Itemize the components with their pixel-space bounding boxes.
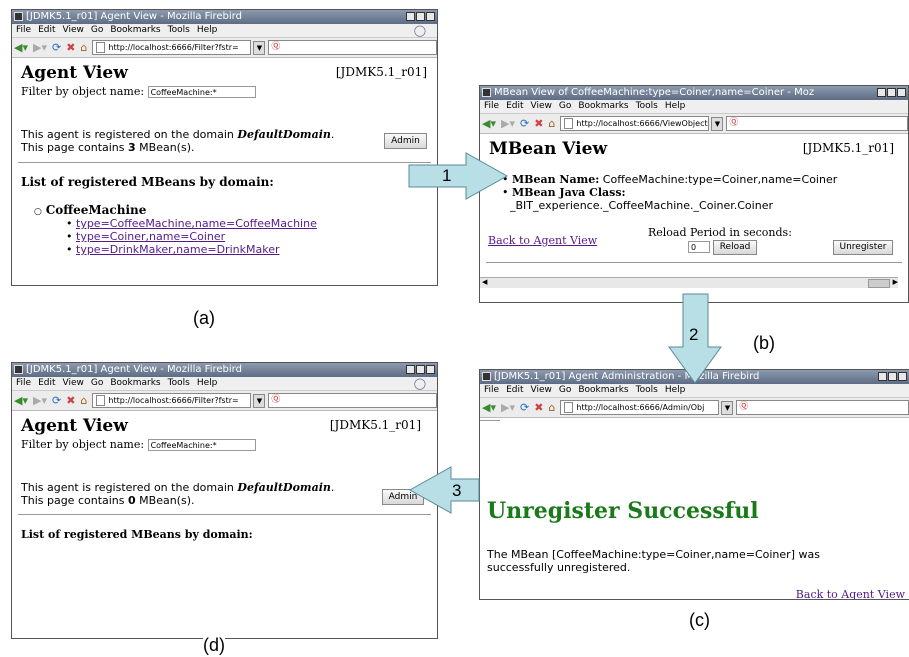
arrow-1 [408, 152, 509, 200]
caption-c: (c) [689, 610, 710, 630]
arrow-label-3: 3 [452, 481, 462, 500]
caption-d: (d) [203, 635, 225, 656]
arrow-label-1: 1 [442, 166, 452, 185]
arrow-label-2: 2 [689, 325, 699, 344]
arrow-3 [408, 466, 480, 514]
caption-b: (b) [753, 333, 775, 353]
flow-arrows [408, 152, 722, 514]
caption-a: (a) [193, 308, 215, 328]
